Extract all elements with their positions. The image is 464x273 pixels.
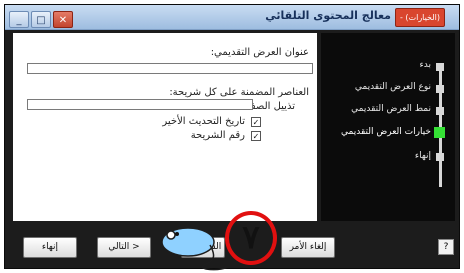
next-button[interactable]: التالي >	[97, 237, 151, 258]
finish-button[interactable]: إنهاء	[23, 237, 77, 258]
cancel-button[interactable]: إلغاء الأمر	[281, 237, 335, 258]
slide-items-label: العناصر المضمنة على كل شريحة:	[169, 87, 309, 98]
title-bar: _ □ ✕ معالج المحتوى التلقائي - (الخيارات)	[5, 5, 459, 30]
last-updated-checkbox[interactable]: ✓	[251, 117, 261, 127]
minimize-button[interactable]: _	[9, 11, 29, 28]
help-button[interactable]: ?	[438, 239, 454, 255]
checkmark-icon: ✓	[252, 118, 260, 127]
step-number-badge: ٧	[242, 218, 260, 256]
title-badge: - (الخيارات)	[395, 8, 445, 27]
step-finish[interactable]: إنهاء	[415, 151, 431, 161]
options-panel: عنوان العرض التقديمي: العناصر المضمنة عل…	[13, 33, 317, 221]
mouse-icon	[161, 227, 229, 271]
presentation-title-input[interactable]	[27, 63, 313, 74]
step-presentation-style[interactable]: نمط العرض التقديمي	[351, 104, 431, 114]
footer-input[interactable]	[27, 99, 253, 110]
window-title: معالج المحتوى التلقائي	[265, 9, 391, 22]
presentation-title-label: عنوان العرض التقديمي:	[210, 47, 309, 58]
close-button[interactable]: ✕	[53, 11, 73, 28]
step-presentation-options[interactable]: خيارات العرض التقديمي	[341, 127, 431, 137]
step-node-start	[436, 63, 444, 71]
window-controls: _ □ ✕	[9, 8, 75, 28]
steps-rail	[439, 63, 442, 187]
last-updated-label: تاريخ التحديث الأخير	[162, 116, 245, 127]
slide-number-checkbox[interactable]: ✓	[251, 131, 261, 141]
checkmark-icon: ✓	[252, 132, 260, 141]
help-icon: ?	[443, 242, 449, 252]
step-node-type	[436, 85, 444, 93]
step-node-style	[436, 107, 444, 115]
step-start[interactable]: بدء	[420, 60, 431, 70]
step-presentation-type[interactable]: نوع العرض التقديمي	[355, 82, 431, 92]
steps-sidebar: بدء نوع العرض التقديمي نمط العرض التقديم…	[321, 33, 455, 221]
maximize-button[interactable]: □	[31, 11, 51, 28]
step-node-options-active	[434, 127, 445, 138]
slide-number-label: رقم الشريحة	[190, 130, 245, 141]
step-node-finish	[436, 153, 444, 161]
